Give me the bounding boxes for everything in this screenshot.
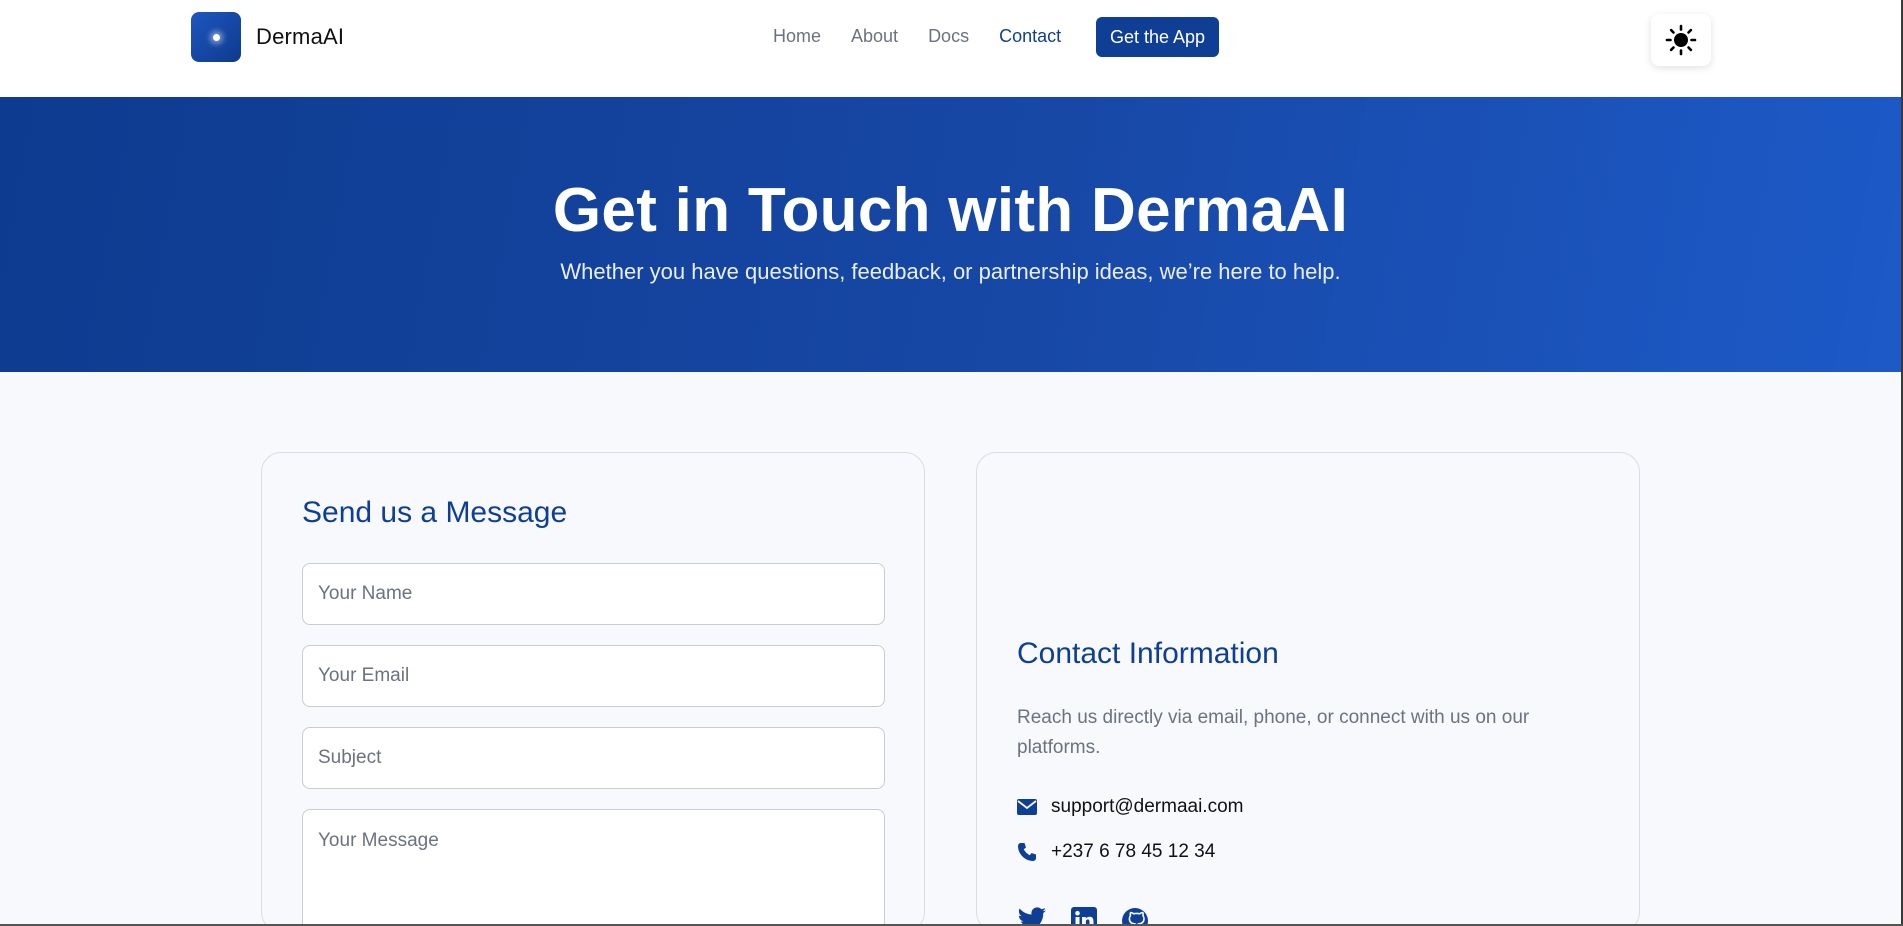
contact-email-row[interactable]: support@dermaai.com (1017, 796, 1243, 818)
contact-description: Reach us directly via email, phone, or c… (1017, 707, 1530, 758)
message-form-card: Send us a Message Your Name Your Email S… (261, 452, 925, 926)
brand-name[interactable]: DermaAI (256, 24, 344, 50)
nav-contact[interactable]: Contact (999, 26, 1061, 47)
contact-email[interactable]: support@dermaai.com (1051, 796, 1243, 818)
nav-home[interactable]: Home (773, 26, 821, 47)
contact-info-card: Contact Information Reach us directly vi… (976, 452, 1640, 926)
message-placeholder: Your Message (318, 830, 439, 851)
nav-about[interactable]: About (851, 26, 898, 47)
main-nav: Home About Docs Contact (773, 26, 1091, 47)
hero-banner: Get in Touch with DermaAI Whether you ha… (0, 97, 1901, 372)
logo-glow-dot (212, 33, 220, 41)
envelope-icon (1017, 799, 1037, 815)
form-title: Send us a Message (302, 496, 568, 529)
name-placeholder: Your Name (318, 583, 413, 604)
logo-icon[interactable] (191, 12, 241, 62)
theme-toggle-button[interactable] (1651, 14, 1711, 66)
contact-phone-row[interactable]: +237 6 78 45 12 34 (1017, 841, 1215, 863)
phone-icon (1018, 843, 1036, 861)
get-app-button[interactable]: Get the App (1096, 17, 1219, 57)
message-textarea[interactable]: Your Message (302, 809, 885, 926)
nav-docs[interactable]: Docs (928, 26, 969, 47)
subject-placeholder: Subject (318, 747, 382, 768)
hero-title: Get in Touch with DermaAI (552, 176, 1349, 245)
hero-subtitle: Whether you have questions, feedback, or… (560, 259, 1341, 284)
email-placeholder: Your Email (318, 665, 410, 686)
sun-icon (1665, 24, 1697, 56)
name-input[interactable]: Your Name (302, 563, 885, 625)
contact-phone[interactable]: +237 6 78 45 12 34 (1051, 841, 1215, 863)
email-input[interactable]: Your Email (302, 645, 885, 707)
subject-input[interactable]: Subject (302, 727, 885, 789)
contact-title: Contact Information (1017, 637, 1279, 670)
site-header: DermaAI Home About Docs Contact Get the … (0, 0, 1901, 97)
